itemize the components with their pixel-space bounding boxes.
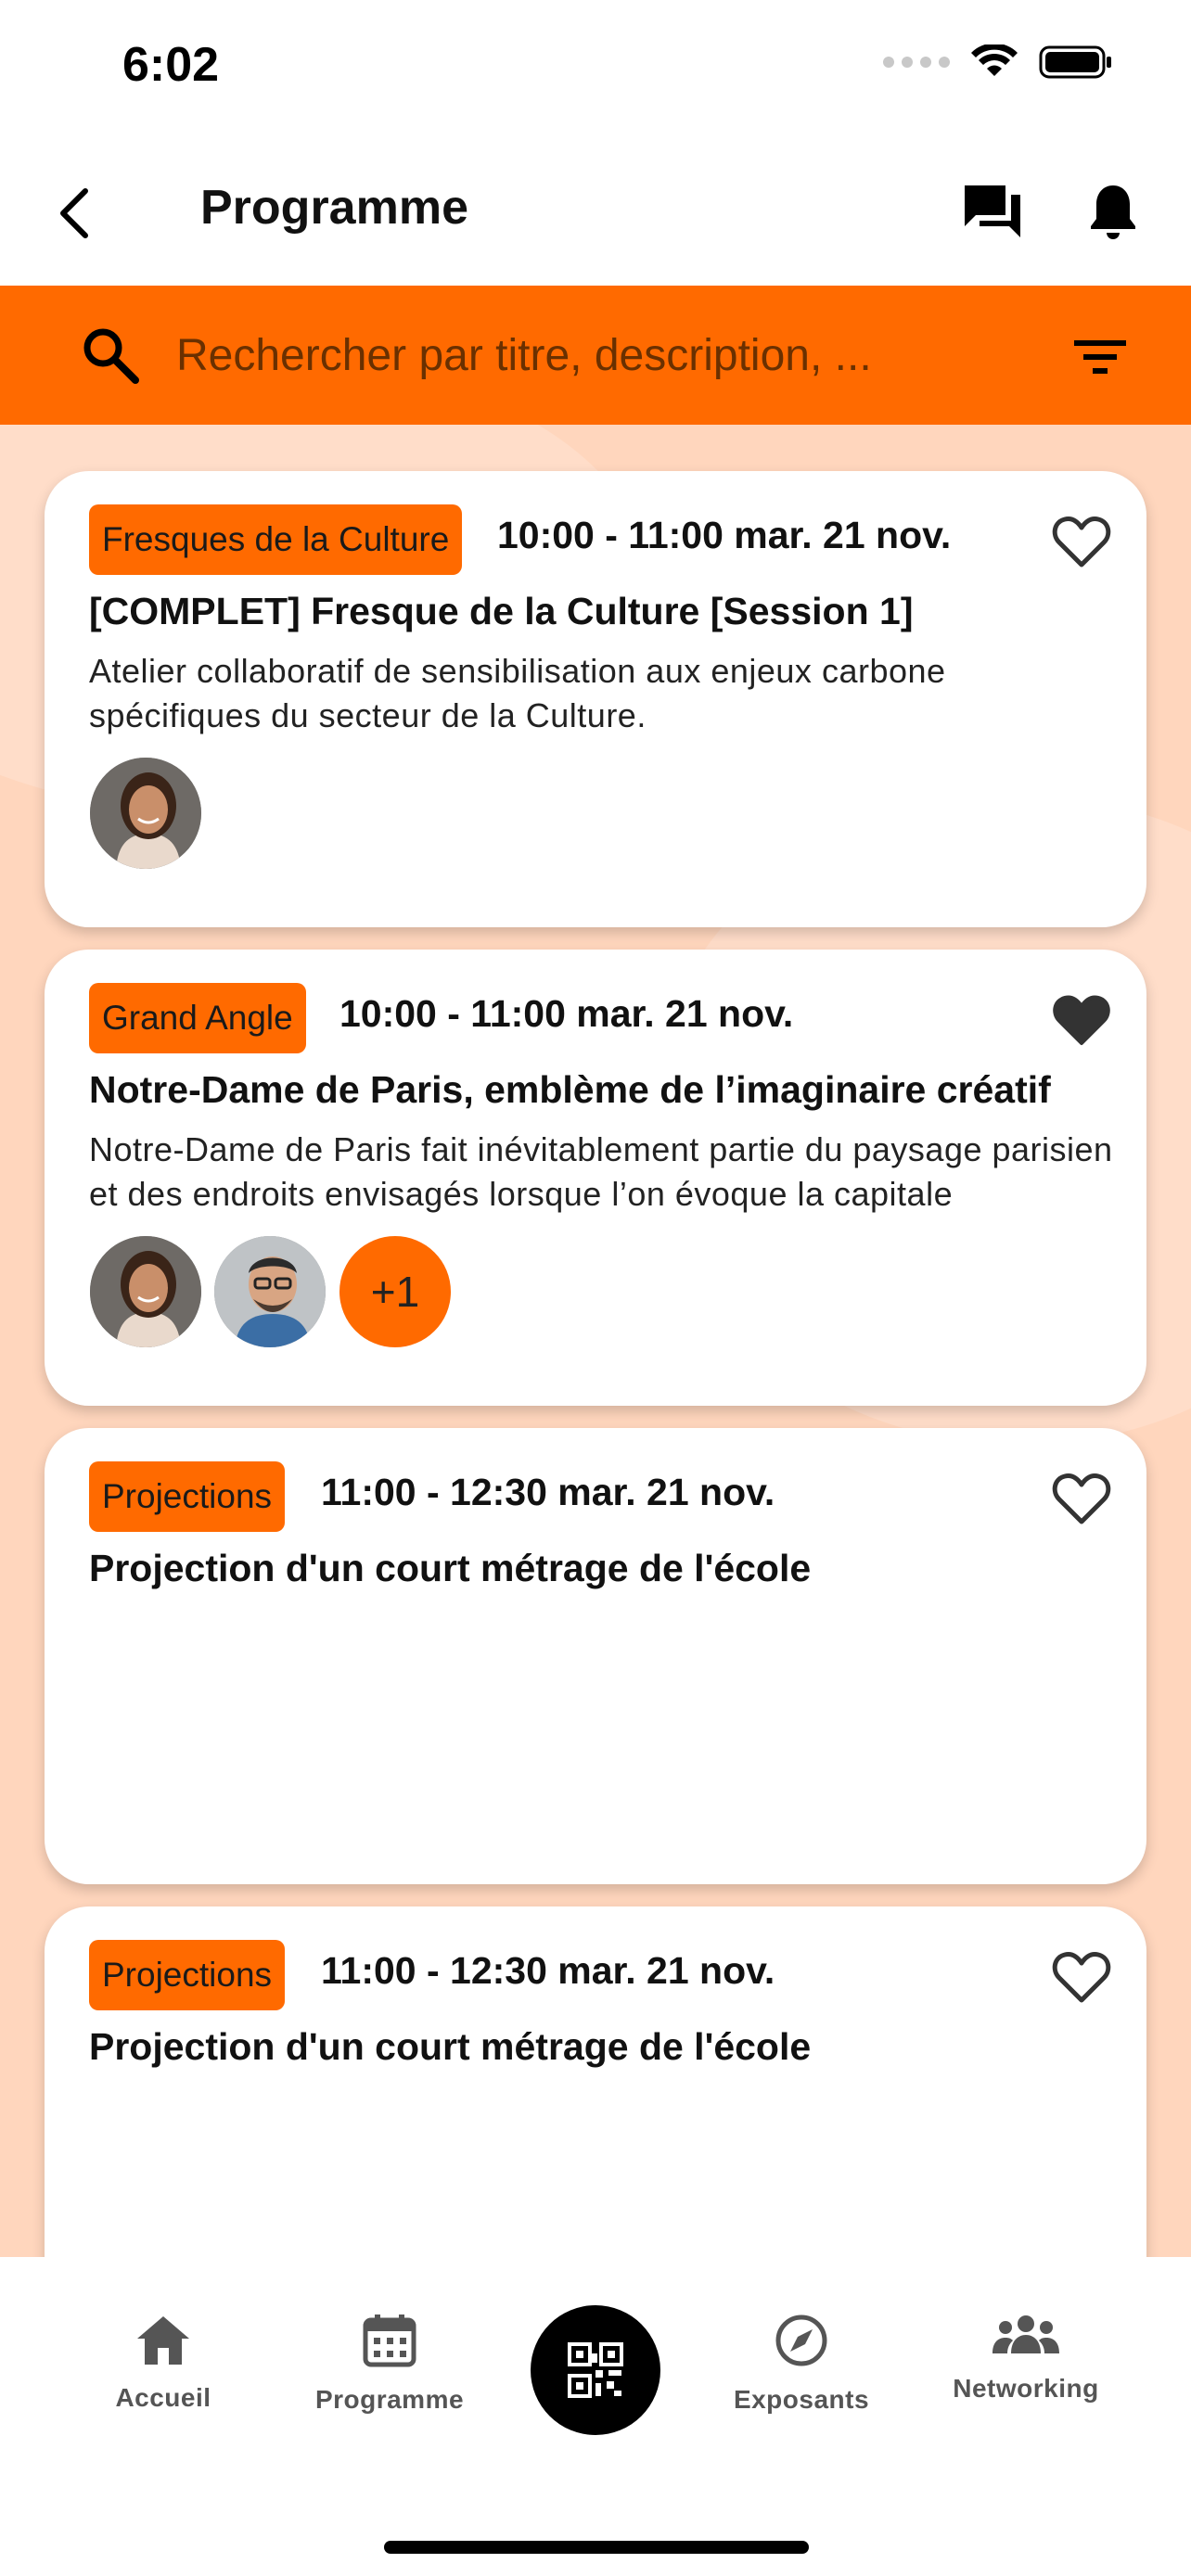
messages-button[interactable] <box>955 174 1030 249</box>
back-button[interactable] <box>37 176 111 250</box>
home-icon <box>137 2316 189 2365</box>
search-input[interactable] <box>176 323 983 388</box>
heart-outline-icon <box>1052 1473 1111 1524</box>
speakers-list <box>87 755 204 872</box>
chat-icon <box>965 185 1020 237</box>
man-avatar <box>214 1236 326 1347</box>
tab-label: Networking <box>953 2374 1099 2403</box>
status-indicators <box>883 45 1113 80</box>
qr-code-icon <box>568 2342 623 2398</box>
speaker-avatar[interactable] <box>87 755 204 872</box>
app-header: Programme <box>0 139 1191 286</box>
tab-programme[interactable]: Programme <box>288 2313 492 2415</box>
category-tag: Grand Angle <box>89 983 306 1053</box>
event-description: Notre-Dame de Paris fait inévitablement … <box>89 1130 1113 1213</box>
search-bar <box>0 286 1191 425</box>
woman-avatar <box>90 1236 201 1347</box>
search-icon <box>83 328 139 384</box>
category-tag: Fresques de la Culture <box>89 504 463 575</box>
calendar-icon <box>363 2315 416 2367</box>
filter-button[interactable] <box>1067 326 1133 388</box>
event-card[interactable]: Projections 11:00 - 12:30 mar. 21 nov. P… <box>45 1906 1146 2257</box>
event-title: Notre-Dame de Paris, emblème de l’imagin… <box>89 1068 1051 1111</box>
status-time: 6:02 <box>122 38 220 92</box>
woman-avatar <box>90 758 201 869</box>
tab-label: Exposants <box>733 2385 870 2414</box>
people-icon <box>992 2315 1059 2353</box>
tab-networking[interactable]: Networking <box>924 2313 1128 2404</box>
speakers-list: +1 <box>87 1233 451 1350</box>
event-card[interactable]: Projections 11:00 - 12:30 mar. 21 nov. P… <box>45 1428 1146 1884</box>
compass-icon <box>775 2315 827 2366</box>
chevron-left-icon <box>60 188 88 238</box>
cellular-signal-icon <box>883 57 950 68</box>
speaker-avatar[interactable] <box>211 1233 328 1350</box>
favorite-button[interactable] <box>1046 1942 1117 2012</box>
event-title: Projection d'un court métrage de l'école <box>89 2025 812 2068</box>
category-tag: Projections <box>89 1461 286 1532</box>
tab-label: Programme <box>314 2385 465 2414</box>
tab-accueil[interactable]: Accueil <box>61 2313 265 2413</box>
event-time: 10:00 - 11:00 mar. 21 nov. <box>339 992 794 1035</box>
more-speakers-badge[interactable]: +1 <box>339 1236 451 1347</box>
heart-outline-icon <box>1052 1952 1111 2003</box>
heart-filled-icon <box>1053 995 1110 1045</box>
event-description: Atelier collaboratif de sensibilisation … <box>89 652 946 734</box>
page-title: Programme <box>200 181 468 235</box>
wifi-icon <box>971 45 1018 76</box>
notifications-button[interactable] <box>1076 174 1150 249</box>
tab-label: Accueil <box>115 2383 211 2412</box>
status-bar: 6:02 <box>0 0 1191 139</box>
event-time: 11:00 - 12:30 mar. 21 nov. <box>321 1471 775 1513</box>
event-card[interactable]: Grand Angle 10:00 - 11:00 mar. 21 nov. N… <box>45 950 1146 1406</box>
event-list[interactable]: Fresques de la Culture 10:00 - 11:00 mar… <box>0 425 1191 2257</box>
favorite-button[interactable] <box>1046 506 1117 577</box>
speaker-avatar[interactable] <box>87 1233 204 1350</box>
event-card[interactable]: Fresques de la Culture 10:00 - 11:00 mar… <box>45 471 1146 927</box>
home-indicator <box>384 2541 809 2554</box>
qr-code-button[interactable] <box>531 2305 660 2435</box>
tab-exposants[interactable]: Exposants <box>699 2313 903 2415</box>
event-title: [COMPLET] Fresque de la Culture [Session… <box>89 590 914 632</box>
bell-icon <box>1091 185 1135 239</box>
filter-icon <box>1074 340 1126 374</box>
category-tag: Projections <box>89 1940 286 2010</box>
favorite-button[interactable] <box>1046 1463 1117 1534</box>
event-time: 11:00 - 12:30 mar. 21 nov. <box>321 1949 775 1992</box>
bottom-tab-bar: Accueil Programme Exposants Networking <box>0 2257 1191 2576</box>
favorite-button[interactable] <box>1046 985 1117 1055</box>
event-title: Projection d'un court métrage de l'école <box>89 1547 812 1589</box>
heart-outline-icon <box>1052 516 1111 567</box>
event-time: 10:00 - 11:00 mar. 21 nov. <box>497 514 952 556</box>
battery-icon <box>1039 45 1111 79</box>
